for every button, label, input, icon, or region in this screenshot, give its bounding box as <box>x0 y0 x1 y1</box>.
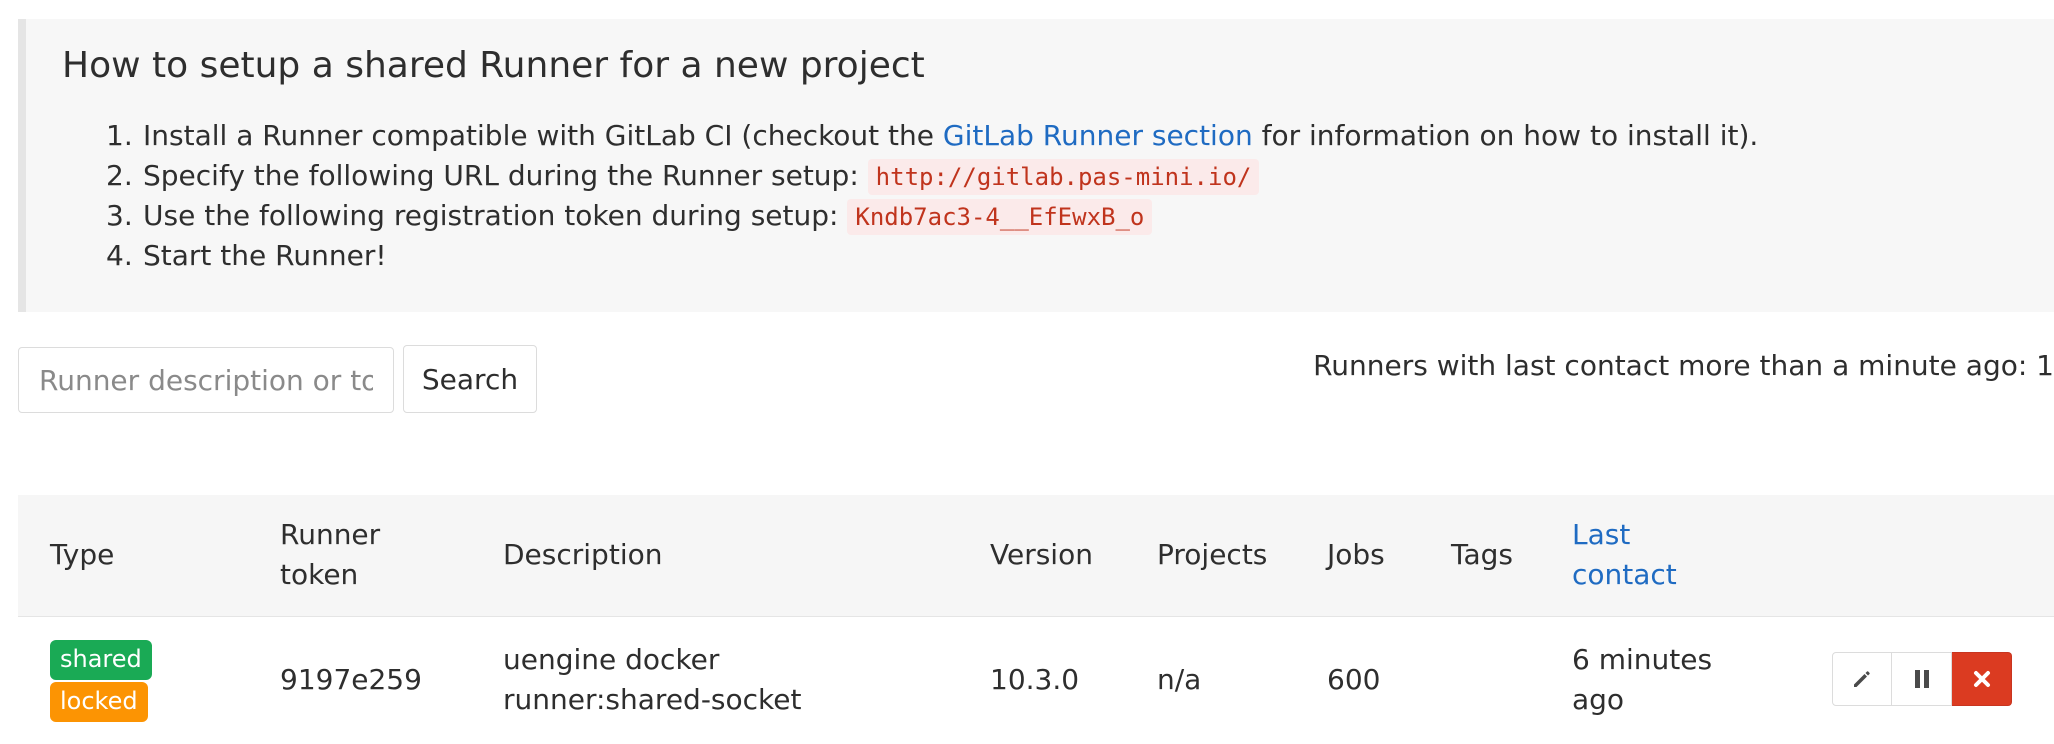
runner-jobs: 600 <box>1327 663 1381 696</box>
header-last-contact-sort-link-line1[interactable]: Last <box>1572 515 1630 555</box>
header-projects: Projects <box>1157 538 1268 571</box>
header-description: Description <box>503 538 663 571</box>
runner-search-input[interactable] <box>18 347 394 413</box>
runner-last-contact-line2: ago <box>1572 683 1625 716</box>
runners-table-header: Type Runner token Description Version Pr… <box>18 495 2054 617</box>
close-icon <box>1973 671 1990 687</box>
header-runner-token-line1: Runner <box>280 518 381 551</box>
setup-instructions-box: How to setup a shared Runner for a new p… <box>18 19 2054 312</box>
runner-projects: n/a <box>1157 663 1202 696</box>
header-jobs: Jobs <box>1327 538 1385 571</box>
runner-actions <box>1832 652 2012 708</box>
header-tags: Tags <box>1451 538 1513 571</box>
shared-badge: shared <box>50 640 152 680</box>
search-button[interactable]: Search <box>403 345 537 413</box>
step-text: Install a Runner compatible with GitLab … <box>143 116 1758 156</box>
step-text: Use the following registration token dur… <box>143 196 1153 237</box>
gitlab-runner-section-link[interactable]: GitLab Runner section <box>943 119 1253 152</box>
step-text-pre: Specify the following URL during the Run… <box>143 159 868 192</box>
header-type: Type <box>50 538 115 571</box>
step-text: Start the Runner! <box>143 239 387 272</box>
header-last-contact-sort-link-line2[interactable]: contact <box>1572 555 1677 595</box>
last-contact-note: Runners with last contact more than a mi… <box>1313 349 2054 382</box>
runner-version: 10.3.0 <box>990 663 1080 696</box>
registration-token-code: Kndb7ac3-4__EfEwxB_o <box>847 199 1153 235</box>
pencil-icon <box>1854 671 1870 687</box>
header-version: Version <box>990 538 1093 571</box>
remove-runner-button[interactable] <box>1952 652 2012 706</box>
step-text-post: for information on how to install it). <box>1252 119 1759 152</box>
edit-runner-button[interactable] <box>1832 652 1892 706</box>
step-text: Specify the following URL during the Run… <box>143 156 1260 197</box>
runner-last-contact-line1: 6 minutes <box>1572 643 1713 676</box>
step-text-pre: Install a Runner compatible with GitLab … <box>143 119 943 152</box>
step-text-pre: Use the following registration token dur… <box>143 199 848 232</box>
runner-token-link[interactable]: 9197e259 <box>280 660 422 700</box>
setup-title: How to setup a shared Runner for a new p… <box>62 45 925 86</box>
runner-description-line2: runner:shared-socket <box>503 683 802 716</box>
runner-description-line1: uengine docker <box>503 643 720 676</box>
runner-url-code: http://gitlab.pas-mini.io/ <box>867 159 1260 195</box>
pause-runner-button[interactable] <box>1892 652 1952 706</box>
header-runner-token-line2: token <box>280 558 359 591</box>
pause-icon <box>1914 670 1929 688</box>
shared-runners-page: How to setup a shared Runner for a new p… <box>0 0 2054 744</box>
locked-badge: locked <box>50 682 148 722</box>
